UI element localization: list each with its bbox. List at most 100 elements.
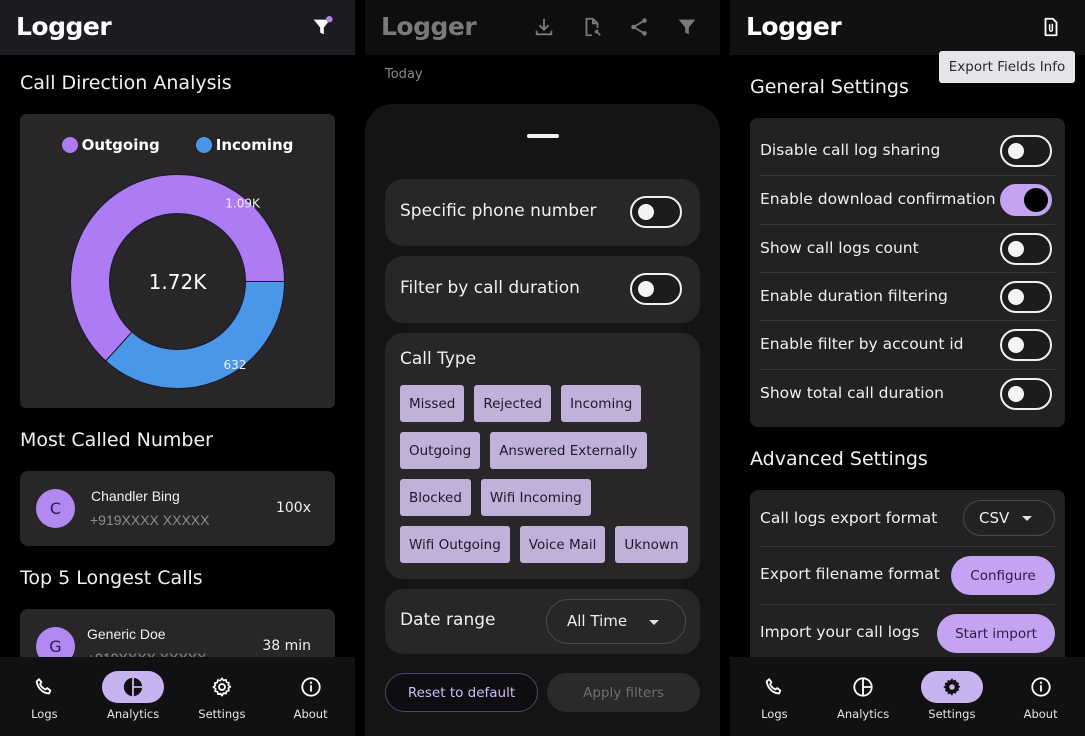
donut-value-label: 632 [224,358,247,372]
chip-answered-externally[interactable]: Answered Externally [490,432,647,469]
nav-logs[interactable]: Logs [730,657,819,736]
toggle-knob [1008,386,1024,402]
chip-missed[interactable]: Missed [400,385,465,422]
toggle-knob [1008,143,1024,159]
nav-analytics[interactable]: Analytics [89,657,178,736]
setting-label: Show total call duration [760,384,944,402]
toggle-knob [1024,188,1048,212]
toggle-knob [638,281,654,297]
section-title: Most Called Number [20,429,213,451]
legend-item-outgoing: Outgoing [61,136,160,154]
setting-filename-format: Export filename format Configure [760,546,1055,604]
download-icon [535,18,553,36]
phone-icon [36,678,52,695]
download-button[interactable] [531,14,557,40]
call-type-title: Call Type [400,349,477,369]
call-type-chips: Missed Rejected Incoming Outgoing Answer… [400,385,690,563]
export-fields-tooltip: Export Fields Info [939,51,1075,83]
specific-number-row: Specific phone number [385,179,700,246]
contact-name: Generic Doe [87,626,166,642]
donut-value-label: 1.09K [225,197,261,211]
nav-about[interactable]: About [996,657,1085,736]
filter-button[interactable] [309,14,335,40]
nav-settings[interactable]: Settings [908,657,997,736]
filter-label: Specific phone number [400,201,597,221]
app-bar: Logger [730,0,1085,55]
info-icon [301,677,321,697]
nav-about[interactable]: About [266,657,355,736]
apply-filters-button[interactable]: Apply filters [547,673,700,712]
setting-total-duration: Show total call duration [760,369,1055,417]
download-confirmation-toggle[interactable] [1000,184,1052,216]
call-duration: 38 min [262,638,311,654]
specific-number-toggle[interactable] [630,196,682,228]
filter-account-id-toggle[interactable] [1000,329,1052,361]
export-format-dropdown[interactable]: CSV [963,500,1055,536]
general-settings-card: Disable call log sharing Enable download… [750,118,1065,427]
disable-sharing-toggle[interactable] [1000,135,1052,167]
start-import-button[interactable]: Start import [937,614,1055,653]
chip-wifi-outgoing[interactable]: Wifi Outgoing [400,526,510,563]
nav-settings[interactable]: Settings [178,657,267,736]
export-fields-info-button[interactable] [1038,14,1064,40]
nav-analytics[interactable]: Analytics [819,657,908,736]
section-title: Advanced Settings [750,448,928,470]
filter-button[interactable] [674,14,700,40]
donut-chart: 1.72K 632 1.09K [70,174,286,389]
chip-voice-mail[interactable]: Voice Mail [519,526,606,563]
date-range-dropdown[interactable]: All Time [546,599,686,644]
toggle-knob [1008,289,1024,305]
nav-label: About [1023,707,1058,721]
bottom-navigation: Logs Analytics Settings About [0,657,355,736]
chip-outgoing[interactable]: Outgoing [400,432,481,469]
contact-name: Chandler Bing [91,488,180,504]
bottom-navigation: Logs Analytics Settings About [730,657,1085,736]
nav-logs[interactable]: Logs [0,657,89,736]
toggle-knob [638,204,654,220]
share-button[interactable] [626,14,652,40]
chip-rejected[interactable]: Rejected [474,385,552,422]
filter-icon [678,19,696,35]
filter-icon [313,16,333,35]
call-logs-count-toggle[interactable] [1000,233,1052,265]
analytics-screen: Logger Call Direction Analysis Outgoing … [0,0,355,736]
date-range-row: Date range All Time [385,589,700,654]
legend-swatch [61,137,78,153]
file-export-icon [585,17,601,37]
call-duration-toggle[interactable] [630,273,682,305]
drag-handle[interactable] [527,134,559,138]
caret-down-icon [1022,516,1032,521]
export-file-button[interactable] [579,14,605,40]
share-icon [631,18,647,36]
total-duration-toggle[interactable] [1000,378,1052,410]
most-called-card[interactable]: C Chandler Bing +919XXXX XXXXX 100x [20,471,335,546]
setting-label: Import your call logs [760,623,920,641]
contact-number: +919XXXX XXXXX [90,512,210,528]
chip-wifi-incoming[interactable]: Wifi Incoming [480,479,591,516]
legend-label: Incoming [215,136,294,154]
nav-label: Logs [31,707,58,721]
filter-bottom-sheet: Specific phone number Filter by call dur… [365,104,720,736]
info-icon [1031,677,1051,697]
call-count: 100x [275,500,311,516]
settings-screen: Logger Export Fields Info General Settin… [730,0,1085,736]
setting-import-logs: Import your call logs Start import [760,604,1055,662]
section-title: Call Direction Analysis [20,72,232,94]
setting-label: Show call logs count [760,239,919,257]
gear-icon [212,677,232,697]
configure-button[interactable]: Configure [951,556,1055,595]
app-title: Logger [381,12,477,41]
reset-to-default-button[interactable]: Reset to default [385,673,538,712]
caret-down-icon [649,620,659,625]
chip-blocked[interactable]: Blocked [400,479,471,516]
duration-filtering-toggle[interactable] [1000,281,1052,313]
chip-unknown[interactable]: Uknown [615,526,688,563]
donut-center-label: 1.72K [149,270,208,294]
setting-download-confirmation: Enable download confirmation [760,175,1055,223]
dropdown-value: All Time [567,612,628,630]
pie-chart-icon [123,677,143,697]
app-bar: Logger [365,0,720,55]
donut-slice-incoming [105,281,286,389]
chip-incoming[interactable]: Incoming [561,385,642,422]
toggle-knob [1008,337,1024,353]
